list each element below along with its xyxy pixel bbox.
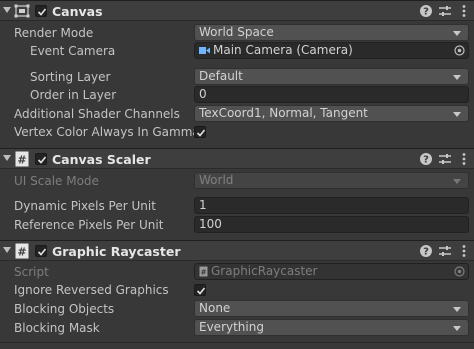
reference-pixels-label: Reference Pixels Per Unit — [14, 218, 164, 232]
script-icon: # — [199, 266, 208, 277]
object-picker-icon — [454, 266, 465, 277]
order-in-layer-input[interactable]: 0 — [194, 86, 469, 103]
script-label: Script — [14, 265, 49, 279]
canvas-component-header[interactable]: Canvas ? — [0, 0, 474, 21]
script-icon: # — [15, 243, 29, 259]
presets-icon[interactable] — [438, 244, 452, 258]
graphic-raycaster-enabled-checkbox[interactable] — [35, 245, 47, 257]
help-icon[interactable]: ? — [419, 244, 433, 258]
object-picker-icon[interactable] — [454, 45, 465, 56]
render-mode-dropdown[interactable]: World Space — [194, 24, 469, 41]
fold-arrow-icon[interactable] — [3, 247, 11, 253]
blocking-mask-dropdown[interactable]: Everything — [194, 319, 469, 336]
svg-text:?: ? — [423, 247, 429, 258]
checkmark-icon — [196, 129, 206, 137]
dynamic-pixels-label: Dynamic Pixels Per Unit — [14, 199, 156, 213]
script-field: # GraphicRaycaster — [194, 263, 469, 280]
shader-channels-label: Additional Shader Channels — [14, 107, 180, 121]
checkmark-icon — [196, 287, 206, 295]
canvas-scaler-component-header[interactable]: # Canvas Scaler ? — [0, 148, 474, 169]
dropdown-caret-icon — [453, 31, 461, 36]
component-title: Canvas — [52, 4, 103, 19]
canvas-icon — [14, 4, 30, 18]
ui-scale-mode-dropdown: World — [194, 172, 469, 189]
dropdown-caret-icon — [453, 307, 461, 312]
ui-scale-mode-value: World — [199, 173, 234, 187]
component-divider — [0, 342, 474, 343]
checkmark-icon — [37, 156, 47, 164]
presets-icon[interactable] — [438, 4, 452, 18]
dropdown-caret-icon — [453, 112, 461, 117]
event-camera-field[interactable]: Main Camera (Camera) — [194, 42, 469, 59]
reference-pixels-input[interactable]: 100 — [194, 216, 469, 233]
sorting-layer-value: Default — [199, 69, 243, 83]
svg-text:#: # — [17, 246, 26, 259]
svg-text:#: # — [201, 269, 207, 277]
svg-text:?: ? — [423, 155, 429, 166]
blocking-objects-label: Blocking Objects — [14, 302, 115, 316]
more-icon[interactable] — [457, 244, 471, 258]
component-title: Canvas Scaler — [52, 152, 151, 167]
component-title: Graphic Raycaster — [52, 244, 181, 259]
dropdown-caret-icon — [453, 179, 461, 184]
render-mode-value: World Space — [199, 25, 274, 39]
fold-arrow-icon[interactable] — [3, 7, 11, 13]
blocking-mask-label: Blocking Mask — [14, 321, 100, 335]
dynamic-pixels-input[interactable]: 1 — [194, 197, 469, 214]
event-camera-value: Main Camera (Camera) — [213, 43, 353, 57]
dropdown-caret-icon — [453, 75, 461, 80]
render-mode-label: Render Mode — [14, 26, 94, 40]
more-icon[interactable] — [457, 152, 471, 166]
script-icon: # — [15, 151, 29, 167]
canvas-scaler-enabled-checkbox[interactable] — [35, 153, 47, 165]
order-in-layer-label: Order in Layer — [30, 88, 117, 102]
script-value: GraphicRaycaster — [211, 264, 318, 278]
sorting-layer-dropdown[interactable]: Default — [194, 68, 469, 85]
camera-icon — [199, 47, 210, 54]
help-icon[interactable]: ? — [419, 4, 433, 18]
graphic-raycaster-component-header[interactable]: # Graphic Raycaster ? — [0, 240, 474, 261]
ignore-reversed-label: Ignore Reversed Graphics — [14, 283, 169, 297]
presets-icon[interactable] — [438, 152, 452, 166]
ui-scale-mode-label: UI Scale Mode — [14, 174, 99, 188]
more-icon[interactable] — [457, 4, 471, 18]
help-icon[interactable]: ? — [419, 152, 433, 166]
blocking-objects-value: None — [199, 301, 231, 315]
blocking-mask-value: Everything — [199, 320, 264, 334]
dropdown-caret-icon — [453, 326, 461, 331]
checkmark-icon — [37, 248, 47, 256]
svg-text:#: # — [17, 154, 26, 167]
canvas-enabled-checkbox[interactable] — [35, 5, 47, 17]
shader-channels-value: TexCoord1, Normal, Tangent — [199, 106, 368, 120]
blocking-objects-dropdown[interactable]: None — [194, 300, 469, 317]
svg-text:?: ? — [423, 7, 429, 18]
checkmark-icon — [37, 8, 47, 16]
vertex-color-gamma-label: Vertex Color Always In Gamma Col — [14, 125, 194, 139]
fold-arrow-icon[interactable] — [3, 155, 11, 161]
sorting-layer-label: Sorting Layer — [30, 70, 111, 84]
vertex-color-gamma-checkbox[interactable] — [194, 126, 206, 138]
shader-channels-dropdown[interactable]: TexCoord1, Normal, Tangent — [194, 105, 469, 122]
ignore-reversed-checkbox[interactable] — [194, 284, 206, 296]
event-camera-label: Event Camera — [30, 44, 116, 58]
